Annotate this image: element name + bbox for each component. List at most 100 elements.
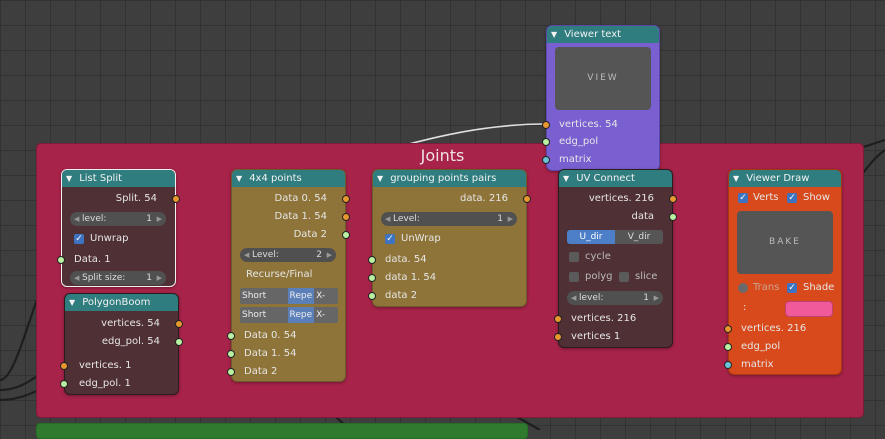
slice-label: slice	[635, 269, 657, 285]
right-arrow-icon[interactable]: ▶	[654, 291, 659, 305]
unwrap-checkbox[interactable]: ✓	[74, 234, 84, 244]
option-x-ref[interactable]: X-Ref	[314, 288, 338, 304]
show-checkbox[interactable]: ✓	[787, 193, 797, 203]
collapse-arrow-icon[interactable]: ▼	[551, 26, 561, 43]
viewer-draw-header[interactable]: ▼ Viewer Draw	[729, 170, 841, 187]
socket-label: vertices. 216	[588, 193, 654, 204]
grouping-header[interactable]: ▼ grouping points pairs	[373, 170, 526, 187]
level-field[interactable]: ◀ Level: 1 ▶	[381, 212, 517, 226]
color-label: :	[743, 300, 746, 316]
socket-vertices-in[interactable]	[554, 315, 562, 323]
level-field[interactable]: ◀ level: 1 ▶	[70, 212, 166, 226]
socket-label: matrix	[741, 359, 774, 370]
split-size-field[interactable]: ◀ Split size: 1 ▶	[70, 271, 166, 285]
viewer-draw-node[interactable]: ▼ Viewer Draw ✓ Verts ✓ Show BAKE Trans …	[724, 169, 842, 375]
collapse-arrow-icon[interactable]: ▼	[377, 170, 387, 187]
collapse-arrow-icon[interactable]: ▼	[733, 170, 743, 187]
input-data-0: Data 0. 54	[244, 328, 297, 344]
socket-label: data. 54	[385, 254, 427, 265]
cycle-mode-selector-2[interactable]: Short Cycle Repe X-Ref	[240, 307, 338, 323]
points-4x4-header[interactable]: ▼ 4x4 points	[232, 170, 345, 187]
socket-vertices-1-in[interactable]	[554, 333, 562, 341]
socket-data-in[interactable]	[368, 256, 376, 264]
option-repeat[interactable]: Repe	[287, 307, 315, 323]
right-arrow-icon[interactable]: ▶	[508, 212, 513, 226]
socket-data-2-in[interactable]	[368, 292, 376, 300]
slice-checkbox[interactable]	[619, 272, 629, 282]
socket-data-1-out[interactable]	[342, 213, 350, 221]
collapse-arrow-icon[interactable]: ▼	[69, 294, 79, 311]
uv-connect-node[interactable]: ▼ UV Connect vertices. 216 data U_dir V_…	[554, 169, 677, 348]
list-split-header[interactable]: ▼ List Split	[62, 170, 175, 187]
list-split-node[interactable]: ▼ List Split Split. 54 ◀ level: 1 ▶ ✓ Un…	[57, 169, 180, 287]
socket-data-2-in[interactable]	[227, 368, 235, 376]
socket-vertices-out[interactable]	[669, 195, 677, 203]
bake-button[interactable]: BAKE	[737, 211, 833, 274]
socket-edg-pol-out[interactable]	[175, 338, 183, 346]
viewer-text-header[interactable]: ▼ Viewer text	[547, 26, 659, 43]
unwrap-checkbox[interactable]: ✓	[385, 234, 395, 244]
node-title: Viewer text	[564, 29, 622, 40]
v-dir-button[interactable]: V_dir	[615, 230, 663, 244]
left-arrow-icon[interactable]: ◀	[571, 291, 576, 305]
socket-edg-pol-in[interactable]	[60, 380, 68, 388]
socket-data-in[interactable]	[57, 256, 65, 264]
view-button[interactable]: VIEW	[555, 47, 651, 110]
option-repeat[interactable]: Repe	[287, 288, 315, 304]
socket-matrix-in[interactable]	[542, 156, 550, 164]
socket-label: vertices. 216	[741, 323, 807, 334]
socket-vertices-in[interactable]	[542, 121, 550, 129]
u-dir-button[interactable]: U_dir	[567, 230, 615, 244]
viewer-text-node[interactable]: ▼ Viewer text VIEW vertices. 54 edg_pol …	[542, 25, 660, 171]
right-arrow-icon[interactable]: ▶	[157, 271, 162, 285]
shade-color-swatch[interactable]	[785, 301, 833, 317]
socket-data-0-in[interactable]	[227, 332, 235, 340]
points-4x4-node[interactable]: ▼ 4x4 points Data 0. 54 Data 1. 54 Data …	[227, 169, 350, 382]
output-data-1: Data 1. 54	[275, 209, 328, 225]
polyg-checkbox[interactable]	[569, 272, 579, 282]
level-field[interactable]: ◀ level: 1 ▶	[567, 291, 663, 305]
cycle-checkbox[interactable]	[569, 252, 579, 262]
uv-connect-header[interactable]: ▼ UV Connect	[559, 170, 672, 187]
socket-data-out[interactable]	[523, 195, 531, 203]
option-x-ref[interactable]: X-Ref	[314, 307, 338, 323]
collapse-arrow-icon[interactable]: ▼	[66, 170, 76, 187]
polygon-boom-header[interactable]: ▼ PolygonBoom	[65, 294, 178, 311]
socket-data-0-out[interactable]	[342, 195, 350, 203]
shade-label: Shade	[803, 280, 834, 296]
socket-data-1-in[interactable]	[368, 274, 376, 282]
input-data: data. 54	[385, 252, 427, 268]
socket-vertices-in[interactable]	[724, 325, 732, 333]
option-short-cycle[interactable]: Short Cycle	[240, 288, 288, 304]
trans-radio[interactable]	[738, 283, 748, 293]
label-text: Recurse/Final	[246, 269, 313, 280]
verts-checkbox[interactable]: ✓	[738, 193, 748, 203]
collapse-arrow-icon[interactable]: ▼	[563, 170, 573, 187]
direction-toggle[interactable]: U_dir V_dir	[567, 230, 663, 244]
left-arrow-icon[interactable]: ◀	[74, 212, 79, 226]
socket-data-2-out[interactable]	[342, 231, 350, 239]
socket-matrix-in[interactable]	[724, 361, 732, 369]
right-arrow-icon[interactable]: ▶	[327, 248, 332, 262]
left-arrow-icon[interactable]: ◀	[74, 271, 79, 285]
shade-checkbox[interactable]: ✓	[787, 283, 797, 293]
socket-data-out[interactable]	[669, 213, 677, 221]
collapse-arrow-icon[interactable]: ▼	[236, 170, 246, 187]
socket-edg-pol-in[interactable]	[542, 138, 550, 146]
left-arrow-icon[interactable]: ◀	[244, 248, 249, 262]
grouping-points-pairs-node[interactable]: ▼ grouping points pairs data. 216 ◀ Leve…	[368, 169, 531, 307]
socket-edg-pol-in[interactable]	[724, 343, 732, 351]
socket-split-out[interactable]	[172, 195, 180, 203]
socket-label: edg_pol. 1	[79, 378, 131, 389]
socket-vertices-in[interactable]	[60, 362, 68, 370]
right-arrow-icon[interactable]: ▶	[157, 212, 162, 226]
cycle-mode-selector-1[interactable]: Short Cycle Repe X-Ref	[240, 288, 338, 304]
polygon-boom-node[interactable]: ▼ PolygonBoom vertices. 54 edg_pol. 54 v…	[60, 293, 183, 395]
socket-label: data	[631, 211, 654, 222]
output-vertices: vertices. 216	[589, 191, 654, 207]
level-field[interactable]: ◀ Level: 2 ▶	[240, 248, 336, 262]
socket-vertices-out[interactable]	[175, 320, 183, 328]
left-arrow-icon[interactable]: ◀	[385, 212, 390, 226]
option-short-cycle[interactable]: Short Cycle	[240, 307, 288, 323]
socket-data-1-in[interactable]	[227, 350, 235, 358]
